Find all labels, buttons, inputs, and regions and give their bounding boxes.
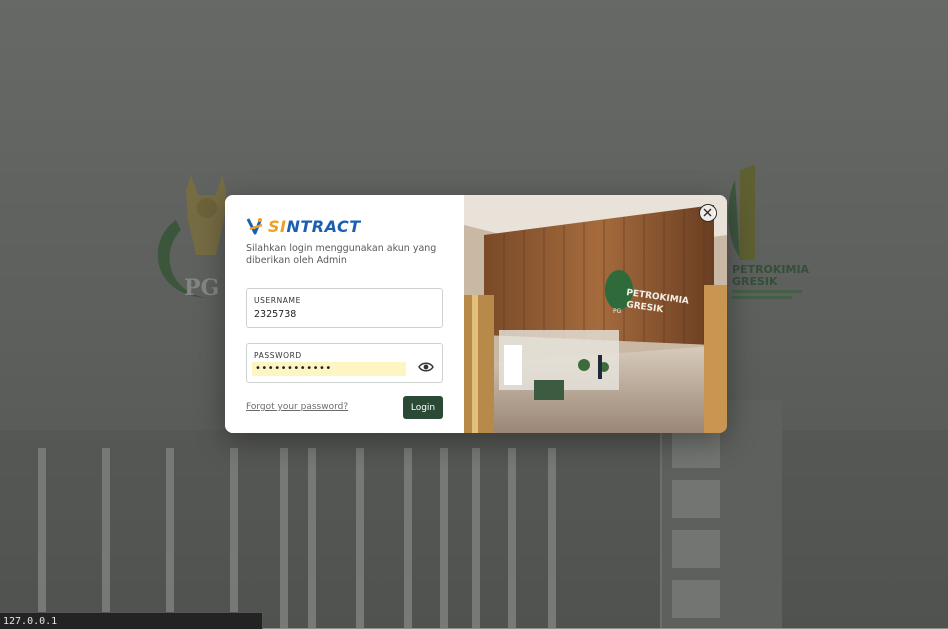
password-mask: •••••••••••• bbox=[255, 363, 332, 374]
lobby-photo: PETROKIMIA GRESIK PG bbox=[464, 195, 727, 433]
lobby-image: PETROKIMIA GRESIK PG bbox=[464, 195, 727, 433]
username-label: USERNAME bbox=[254, 296, 301, 305]
password-field[interactable]: PASSWORD •••••••••••• bbox=[246, 343, 443, 383]
svg-text:PG: PG bbox=[613, 308, 622, 315]
login-modal: SINTRACT Silahkan login menggunakan akun… bbox=[225, 195, 727, 433]
close-icon bbox=[703, 208, 712, 217]
status-url: 127.0.0.1 bbox=[3, 616, 58, 627]
login-button[interactable]: Login bbox=[403, 396, 443, 419]
close-modal-button[interactable] bbox=[699, 204, 717, 222]
brand-name: SINTRACT bbox=[268, 216, 361, 236]
password-label: PASSWORD bbox=[254, 351, 302, 360]
brand-logo: SINTRACT bbox=[246, 214, 361, 238]
eye-icon[interactable] bbox=[418, 361, 434, 373]
browser-status-bar: 127.0.0.1 bbox=[0, 612, 263, 629]
login-instructions: Silahkan login menggunakan akun yang dib… bbox=[246, 243, 437, 266]
forgot-password-link[interactable]: Forgot your password? bbox=[246, 402, 348, 412]
sintract-logo-icon bbox=[246, 218, 263, 235]
login-form-panel: SINTRACT Silahkan login menggunakan akun… bbox=[225, 195, 464, 433]
username-field[interactable]: USERNAME 2325738 bbox=[246, 288, 443, 328]
username-input[interactable]: 2325738 bbox=[254, 309, 296, 320]
password-input[interactable]: •••••••••••• bbox=[252, 362, 406, 376]
